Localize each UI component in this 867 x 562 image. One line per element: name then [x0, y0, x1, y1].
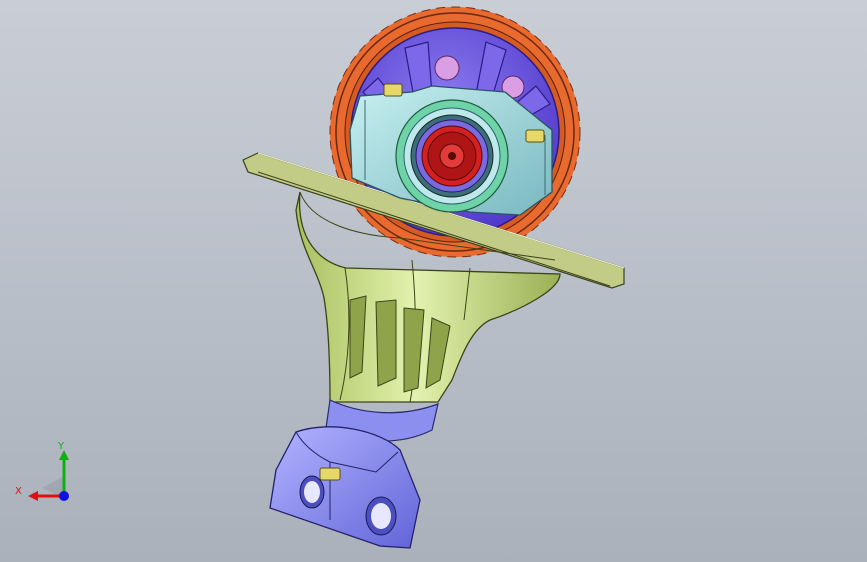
- x-axis-label: X: [15, 486, 22, 497]
- bolt: [525, 129, 545, 143]
- bolt: [383, 83, 403, 97]
- axis-triad: X Y: [12, 438, 82, 510]
- triad-graphic: [28, 450, 69, 501]
- bolt: [319, 467, 341, 481]
- lightening-hole: [434, 55, 460, 81]
- differential-model[interactable]: [0, 0, 867, 562]
- cad-viewport[interactable]: X Y: [0, 0, 867, 562]
- y-axis-label: Y: [58, 441, 65, 452]
- side-bearing[interactable]: [395, 99, 509, 213]
